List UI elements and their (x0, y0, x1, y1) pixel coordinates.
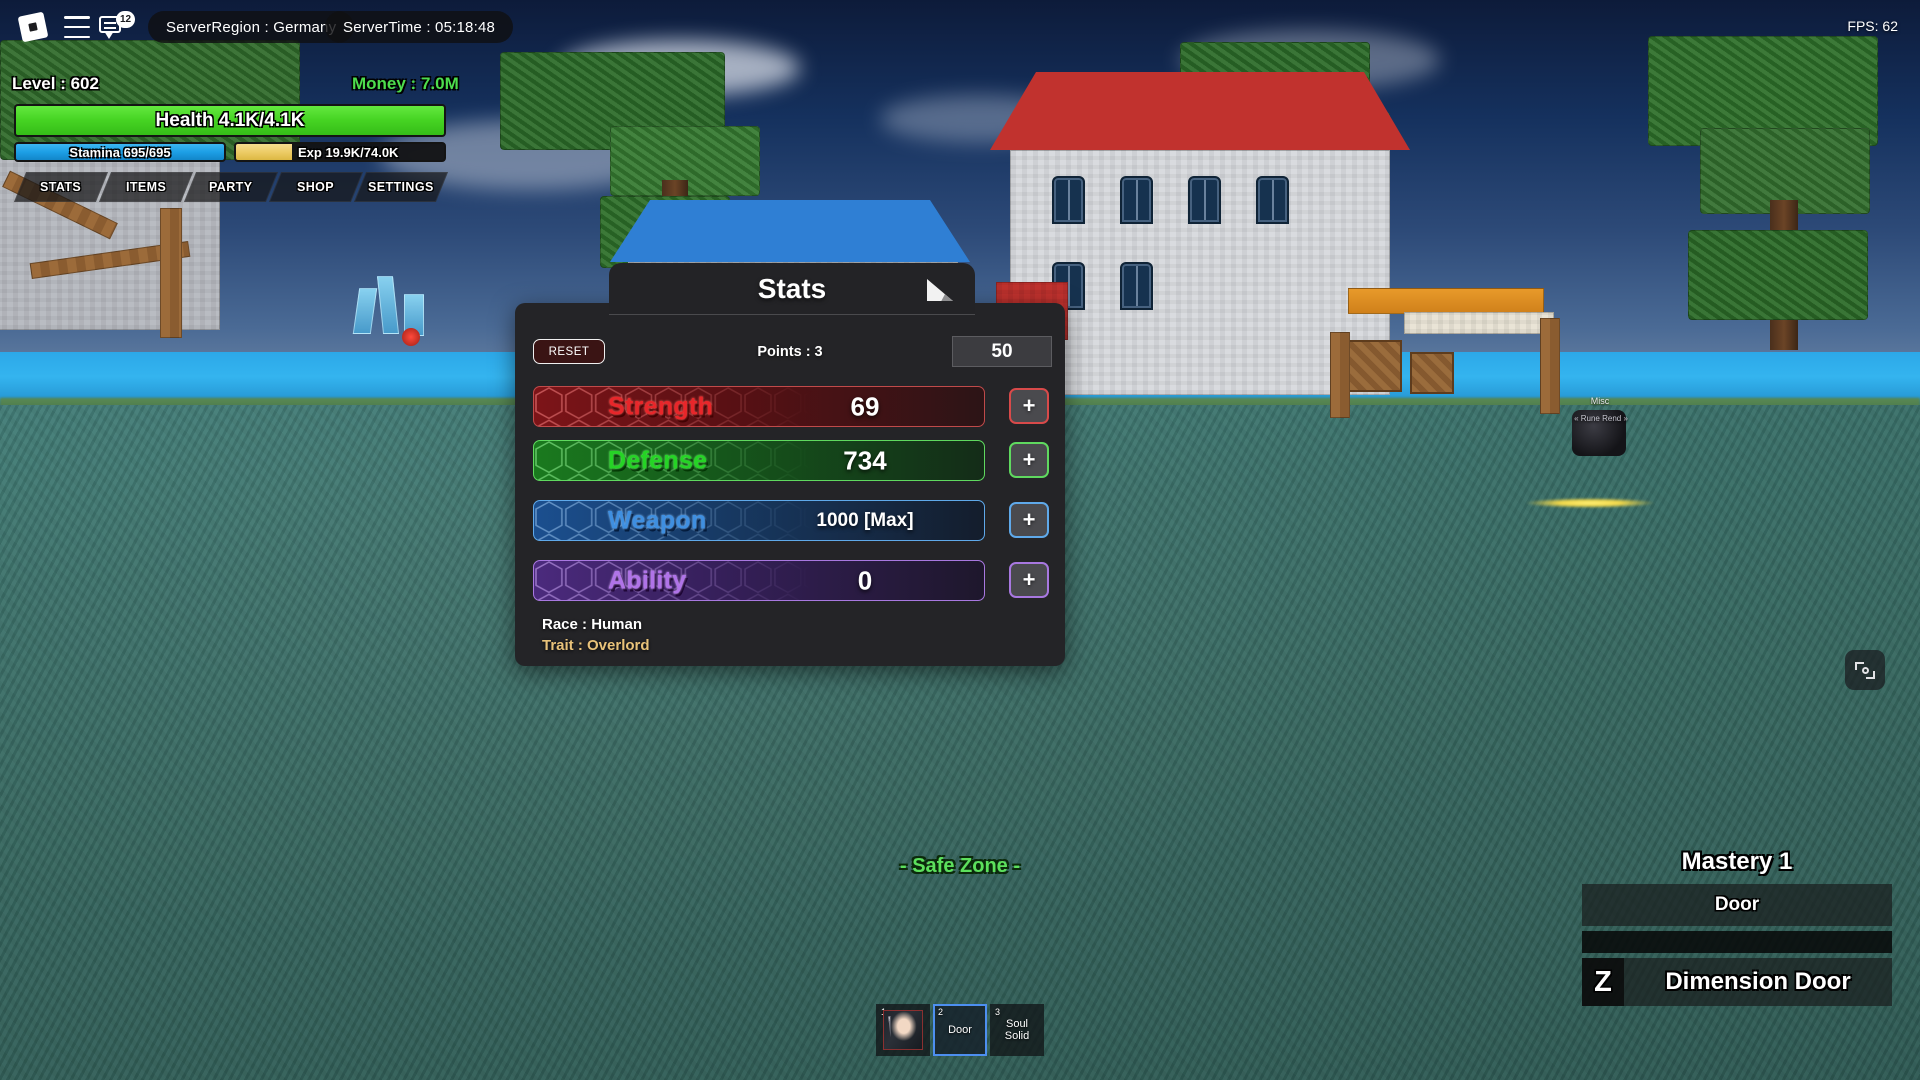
race-label: Race : Human (542, 616, 643, 633)
stamina-bar: Stamina 695/695 (14, 142, 226, 162)
hud-tab-bar: STATS ITEMS PARTY SHOP SETTINGS (13, 172, 449, 202)
npc-label-bottom: « Rune Rend » (1574, 414, 1628, 423)
trait-label: Trait : Overlord (542, 637, 650, 654)
increase-ability-button[interactable]: + (1009, 562, 1049, 598)
glowing-item (1526, 498, 1654, 508)
tab-items-label: ITEMS (125, 180, 167, 194)
hotbar-slot-2-number: 2 (938, 1007, 944, 1017)
exp-bar-label: Exp 19.9K/74.0K (298, 144, 399, 160)
fps-counter: FPS: 62 (1847, 18, 1898, 34)
server-region-pill: ServerRegion : Germany (148, 11, 355, 43)
tree-leaves (1688, 230, 1868, 320)
stat-name-defense: Defense (608, 446, 708, 474)
tab-party[interactable]: PARTY (183, 172, 279, 202)
increase-weapon-button[interactable]: + (1009, 502, 1049, 538)
window (1256, 176, 1289, 224)
tab-stats[interactable]: STATS (13, 172, 109, 202)
health-bar-label: Health 4.1K/4.1K (155, 109, 305, 131)
stat-value-defense: 734 (843, 445, 887, 475)
hotbar-slot-3-number: 3 (995, 1007, 1001, 1017)
stat-row-ability: Ability 0 + (533, 560, 1049, 601)
stat-bar-strength: Strength 69 (533, 386, 985, 427)
wood-post (1330, 332, 1350, 418)
camera-focus-icon[interactable] (1845, 650, 1885, 690)
crate (1410, 352, 1454, 394)
stat-amount-input[interactable]: 50 (952, 336, 1052, 367)
tab-stats-label: STATS (40, 180, 82, 194)
mastery-progress-bar (1582, 931, 1892, 953)
roblox-topbar: 12 ServerRegion : Germany ServerTime : 0… (0, 0, 1920, 55)
stat-name-strength: Strength (608, 392, 714, 420)
tab-settings[interactable]: SETTINGS (353, 172, 449, 202)
building-roof (610, 200, 970, 262)
stats-window-panel: RESET Points : 3 50 Strength 69 + Defens… (515, 303, 1065, 666)
increase-defense-button[interactable]: + (1009, 442, 1049, 478)
level-label: Level : 602 (12, 74, 99, 93)
stat-name-weapon: Weapon (608, 506, 707, 534)
increase-strength-button[interactable]: + (1009, 388, 1049, 424)
window (1188, 176, 1221, 224)
roblox-logo-icon[interactable] (16, 10, 50, 44)
stat-bar-defense: Defense 734 (533, 440, 985, 481)
stat-value-ability: 0 (857, 565, 873, 595)
crate (1348, 340, 1402, 392)
window (1120, 176, 1153, 224)
skill-keybind: Z (1582, 958, 1624, 1006)
tab-shop[interactable]: SHOP (268, 172, 364, 202)
npc-label-top: Misc (1590, 396, 1610, 406)
hamburger-menu-icon[interactable] (64, 16, 90, 38)
stamina-bar-label: Stamina 695/695 (69, 144, 171, 160)
stat-row-weapon: Weapon 1000 [Max] + (533, 500, 1049, 541)
hotbar-slot-3[interactable]: 3 Soul Solid (990, 1004, 1044, 1056)
tab-shop-label: SHOP (297, 180, 335, 194)
money-label: Money : 7.0M (352, 74, 459, 93)
tab-items[interactable]: ITEMS (98, 172, 194, 202)
chat-bubble-icon[interactable]: 12 (99, 11, 136, 40)
stat-row-strength: Strength 69 + (533, 386, 1049, 427)
mastery-panel: Mastery 1 Door Z Dimension Door (1582, 848, 1892, 1006)
mastery-title: Mastery 1 (1681, 848, 1793, 875)
red-orb (402, 328, 420, 346)
building-roof (990, 72, 1410, 150)
fist-item-icon (883, 1010, 923, 1050)
tab-party-label: PARTY (209, 180, 253, 194)
market-awning (1348, 288, 1544, 314)
hotbar: 1 2 Door 3 Soul Solid (876, 1004, 1044, 1056)
hotbar-slot-2[interactable]: 2 Door (933, 1004, 987, 1056)
window (1052, 176, 1085, 224)
stat-bar-ability: Ability 0 (533, 560, 985, 601)
skill-name: Dimension Door (1665, 968, 1851, 995)
exp-bar: Exp 19.9K/74.0K (234, 142, 446, 162)
skill-bar[interactable]: Z Dimension Door (1582, 958, 1892, 1006)
tab-settings-label: SETTINGS (368, 180, 434, 194)
stat-row-defense: Defense 734 + (533, 440, 1049, 481)
hotbar-slot-1[interactable]: 1 (876, 1004, 930, 1056)
stat-value-weapon: 1000 [Max] (816, 509, 914, 531)
mastery-weapon-slot[interactable]: Door (1582, 884, 1892, 926)
stat-value-strength: 69 (850, 391, 880, 421)
stats-window-title: Stats (757, 272, 827, 304)
chat-unread-badge: 12 (116, 11, 136, 28)
health-bar: Health 4.1K/4.1K (14, 104, 446, 137)
resize-handle-icon[interactable] (927, 279, 953, 301)
market-counter (1404, 312, 1554, 334)
stat-bar-weapon: Weapon 1000 [Max] (533, 500, 985, 541)
stat-name-ability: Ability (608, 566, 687, 594)
stats-window-header[interactable]: Stats (609, 263, 975, 315)
hotbar-slot-2-label: Door (948, 1023, 972, 1036)
hotbar-slot-3-label: Soul Solid (1004, 1017, 1030, 1042)
wood-post (160, 208, 182, 338)
window (1120, 262, 1153, 310)
server-time-pill: ServerTime : 05:18:48 (325, 11, 514, 43)
